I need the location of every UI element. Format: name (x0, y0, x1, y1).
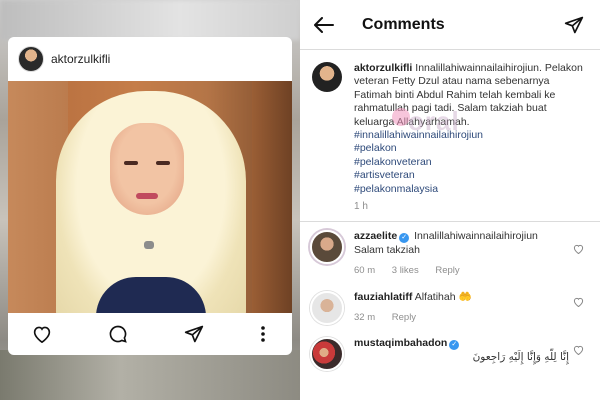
hashtag[interactable]: #pelakonmalaysia (354, 183, 584, 196)
post-actions (8, 313, 292, 355)
comment-text: Alfatihah 🤲 (414, 291, 472, 304)
photo-lips (136, 193, 158, 199)
photo-brooch (144, 241, 154, 249)
caption-body: aktorzulkifli Innalillahiwainnailaihiroj… (354, 62, 584, 213)
photo-eye (124, 161, 138, 165)
comment-item: mustaqimbahadon ✓ إِنَّا لِلّهِ وَإِنَّا … (300, 325, 600, 372)
heart-icon[interactable] (32, 325, 52, 343)
blurred-background-top (0, 0, 300, 40)
comments-header: Comments (300, 0, 600, 50)
photo-eye (156, 161, 170, 165)
comment-likes[interactable]: 3 likes (392, 265, 419, 276)
comment-body: azzaelite ✓ Innalillahiwainnailaihirojiun… (354, 230, 569, 277)
comment-body: fauziahlatiff Alfatihah 🤲 32 m Reply (354, 291, 569, 324)
comment-icon[interactable] (108, 324, 128, 344)
comment-item: fauziahlatiff Alfatihah 🤲 32 m Reply (300, 277, 600, 326)
hashtag[interactable]: #artisveteran (354, 169, 584, 182)
comment-meta: 60 m 3 likes Reply (354, 264, 569, 278)
hashtag[interactable]: #innalillahiwainnailaihirojiun (354, 129, 584, 142)
avatar[interactable] (18, 46, 44, 72)
comments-panel: Comments aktorzulkifli Innalillahiwainna… (300, 0, 600, 400)
comment-meta: 32 m Reply (354, 311, 569, 325)
post-photo[interactable] (8, 81, 292, 313)
verified-badge-icon: ✓ (399, 233, 410, 244)
like-comment-heart-icon[interactable] (573, 244, 584, 255)
more-icon[interactable] (260, 325, 266, 343)
arrow-left-icon[interactable] (314, 16, 334, 33)
comment-item: azzaelite ✓ Innalillahiwainnailaihirojiun… (300, 222, 600, 277)
comment-time: 60 m (354, 264, 376, 276)
comment-username[interactable]: azzaelite (354, 230, 397, 242)
post-card: aktorzulkifli (8, 37, 292, 355)
send-icon[interactable] (564, 15, 584, 35)
photo-door (252, 81, 292, 313)
post-caption: aktorzulkifli Innalillahiwainnailaihiroj… (300, 50, 600, 223)
post-view-panel: aktorzulkifli (0, 0, 300, 400)
watermark: oral (408, 106, 460, 136)
like-comment-heart-icon[interactable] (573, 297, 584, 308)
avatar[interactable] (310, 337, 344, 372)
comment-text: إِنَّا لِلّهِ وَإِنَّا إِلَيْهِ رَاجِعون… (472, 350, 569, 363)
comment-username[interactable]: mustaqimbahadon (354, 337, 447, 349)
reply-button[interactable]: Reply (392, 312, 416, 323)
verified-badge-icon: ✓ (449, 340, 460, 351)
hashtag[interactable]: #pelakon (354, 142, 584, 155)
blurred-background-bottom (0, 350, 300, 400)
avatar[interactable] (310, 230, 344, 265)
caption-username[interactable]: aktorzulkifli (354, 62, 412, 74)
like-comment-heart-icon[interactable] (573, 345, 584, 356)
post-header[interactable]: aktorzulkifli (8, 37, 292, 81)
post-username[interactable]: aktorzulkifli (51, 52, 110, 66)
comment-username[interactable]: fauziahlatiff (354, 291, 412, 303)
screenshot: aktorzulkifli Comments aktorzulkifli Inn… (0, 0, 600, 400)
hashtag[interactable]: #pelakonveteran (354, 156, 584, 169)
caption-time: 1 h (354, 201, 368, 213)
share-icon[interactable] (184, 324, 204, 344)
comment-time: 32 m (354, 311, 376, 323)
avatar[interactable] (312, 62, 342, 92)
page-title: Comments (362, 15, 445, 33)
comment-body: mustaqimbahadon ✓ إِنَّا لِلّهِ وَإِنَّا … (354, 337, 569, 364)
photo-face (110, 123, 184, 215)
reply-button[interactable]: Reply (435, 265, 459, 276)
avatar[interactable] (310, 291, 344, 326)
